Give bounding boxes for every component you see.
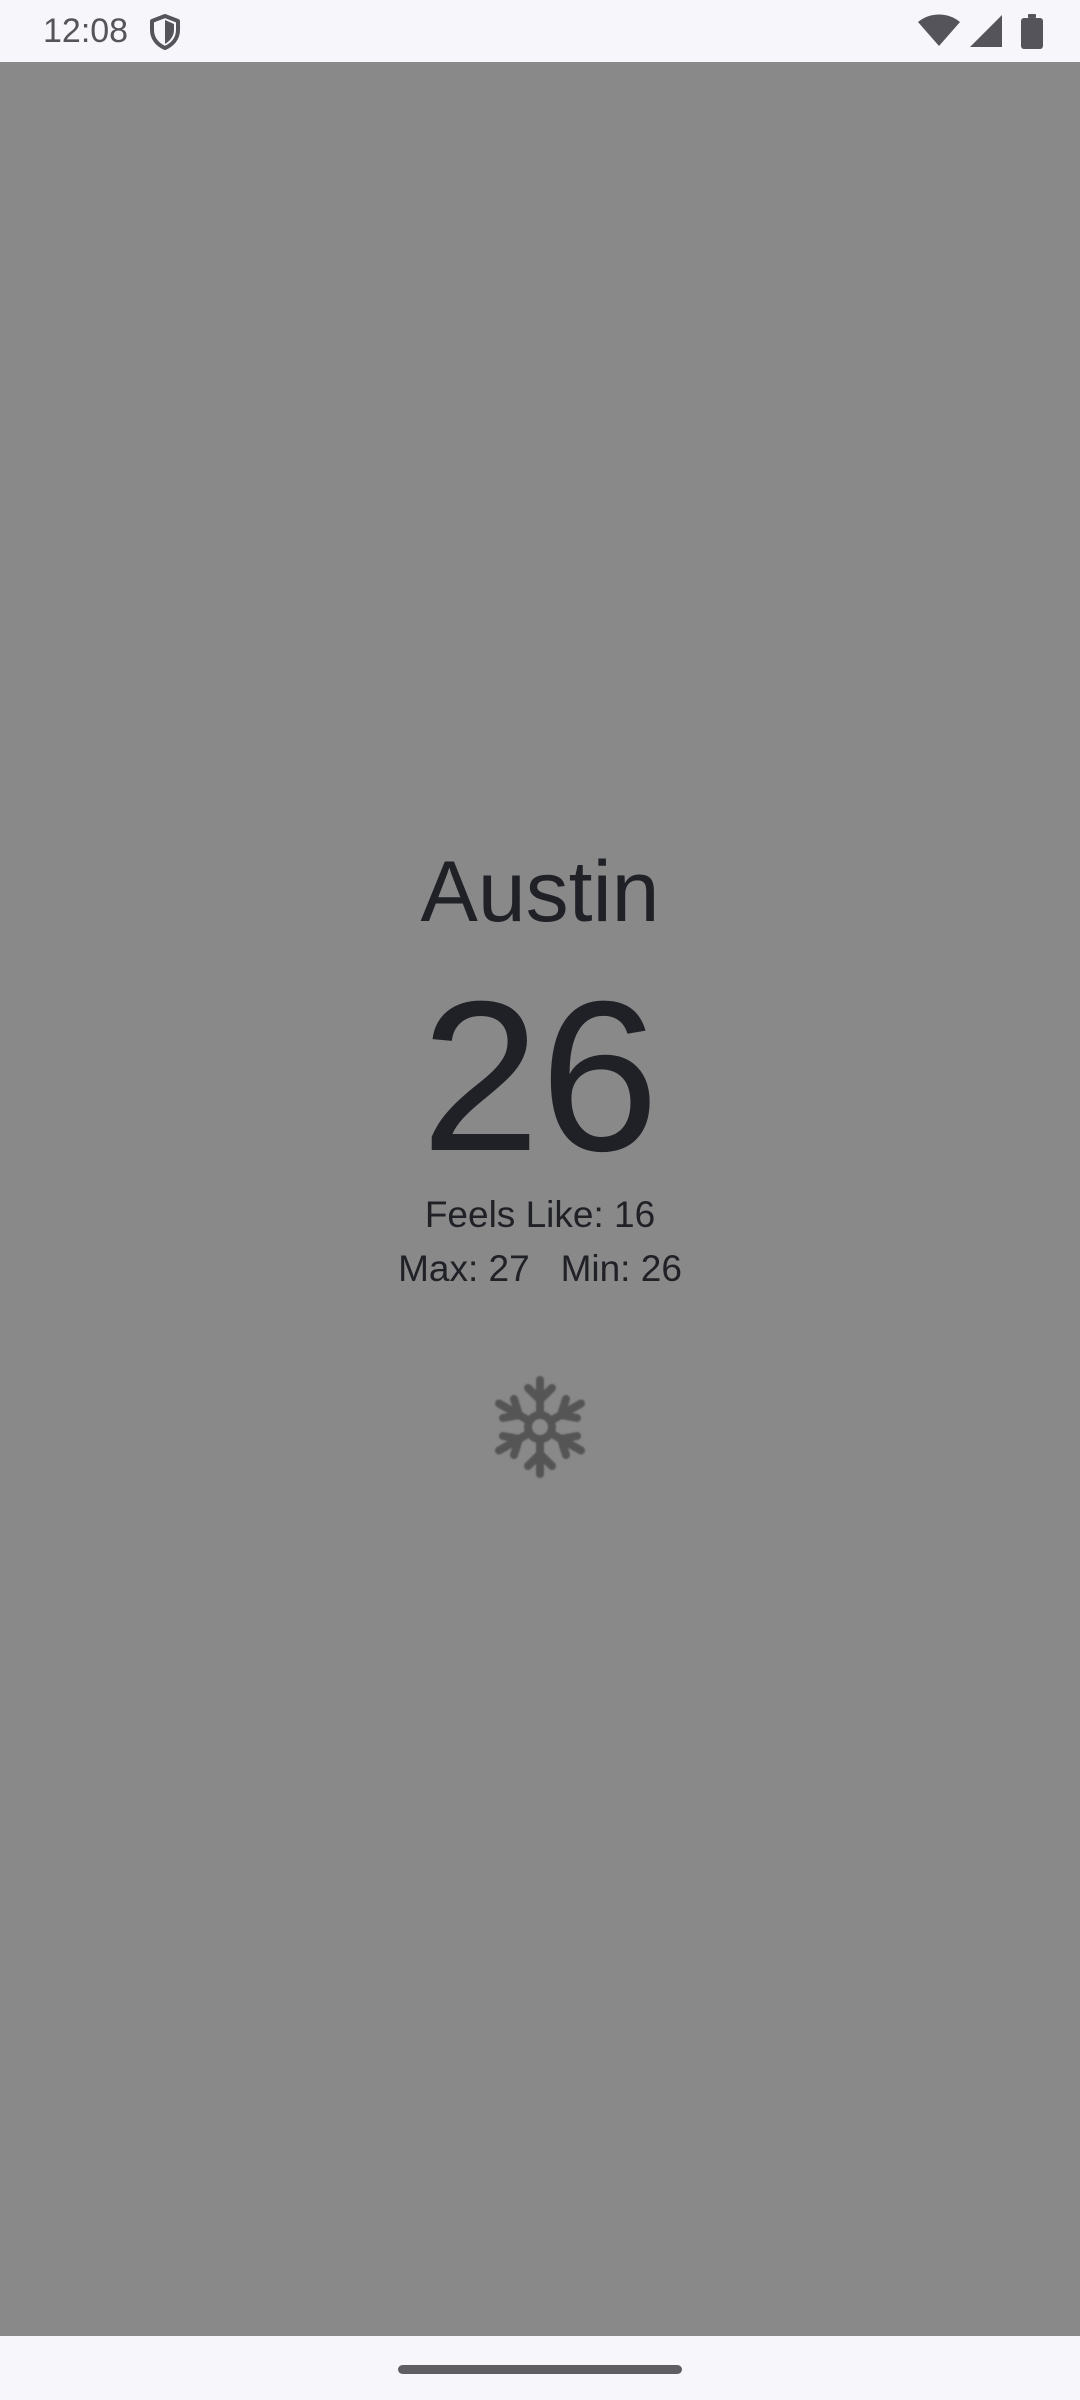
status-time: 12:08 <box>43 12 129 50</box>
home-gesture-handle[interactable] <box>398 2365 682 2374</box>
city-name: Austin <box>420 844 660 940</box>
current-temperature: 26 <box>420 957 660 1196</box>
battery-icon <box>1021 14 1043 49</box>
weather-panel: Austin 26 Feels Like: 16 Max: 27 Min: 26 <box>0 62 1080 2336</box>
shield-icon <box>150 14 180 50</box>
min-temperature: Min: 26 <box>560 1248 682 1289</box>
status-bar: 12:08 <box>0 0 1080 62</box>
wifi-icon <box>918 14 960 46</box>
main-content: Austin 26 Feels Like: 16 Max: 27 Min: 26 <box>0 62 1080 2336</box>
max-temperature: Max: 27 <box>398 1248 530 1289</box>
signal-icon <box>970 15 1002 47</box>
temperature-range: Max: 27 Min: 26 <box>0 1244 1080 1294</box>
status-icons <box>918 14 1048 50</box>
weather-screen: 12:08 Austin 26 Feels Like: 16 Max: 27 M… <box>0 0 1080 2400</box>
gesture-navigation-bar <box>0 2336 1080 2400</box>
feels-like-temperature: Feels Like: 16 <box>424 1194 656 1235</box>
range-separator <box>540 1244 550 1294</box>
snowflake-icon <box>495 1376 585 1478</box>
